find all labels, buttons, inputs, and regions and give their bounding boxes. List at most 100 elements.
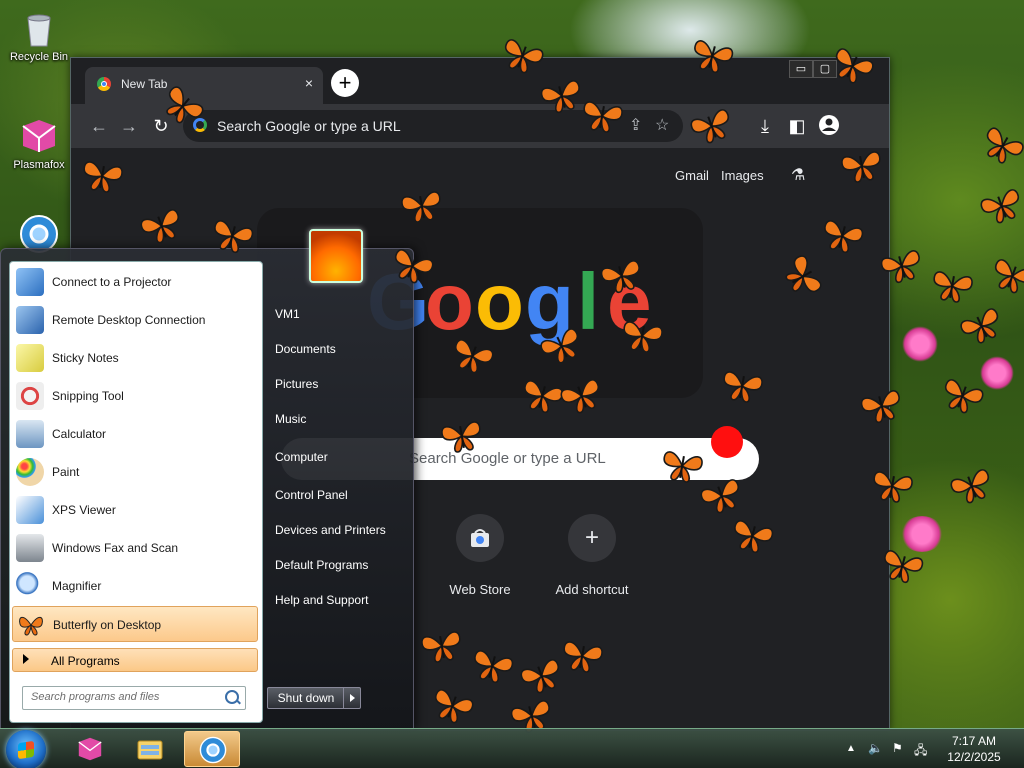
chrome-favicon-icon bbox=[97, 77, 111, 91]
plasmafox-icon bbox=[19, 116, 59, 156]
program-item-paint[interactable]: Paint bbox=[12, 454, 258, 490]
profile-icon[interactable] bbox=[817, 114, 841, 138]
user-picture[interactable] bbox=[309, 229, 363, 283]
program-label: Windows Fax and Scan bbox=[52, 541, 179, 555]
program-label: Paint bbox=[52, 465, 80, 479]
start-link-default-programs[interactable]: Default Programs bbox=[275, 558, 368, 572]
doodle-letter: o bbox=[475, 257, 524, 346]
minimize-button[interactable]: ▭ bbox=[789, 60, 813, 78]
butterfly-icon bbox=[717, 366, 766, 407]
all-programs-button[interactable]: All Programs bbox=[12, 648, 258, 672]
butterfly-icon bbox=[927, 266, 976, 307]
add-icon: + bbox=[568, 514, 616, 562]
download-icon[interactable]: ⤓ bbox=[753, 114, 777, 138]
recycle-bin-icon bbox=[19, 8, 59, 48]
red-dot bbox=[711, 426, 743, 458]
program-label: Sticky Notes bbox=[52, 351, 119, 365]
program-item-remote-desktop[interactable]: Remote Desktop Connection bbox=[12, 302, 258, 338]
labs-flask-icon[interactable]: ⚗ bbox=[791, 165, 805, 185]
bookmark-star-icon[interactable]: ☆ bbox=[655, 115, 669, 135]
start-button[interactable] bbox=[6, 730, 46, 768]
start-link-pictures[interactable]: Pictures bbox=[275, 377, 318, 391]
program-item-fax-scan[interactable]: Windows Fax and Scan bbox=[12, 530, 258, 566]
shortcut-add[interactable]: + Add shortcut bbox=[537, 514, 647, 597]
show-hidden-icon[interactable]: ▲ bbox=[846, 743, 856, 754]
taskbar-file-explorer[interactable] bbox=[122, 731, 178, 767]
taskbar-chromium[interactable] bbox=[184, 731, 240, 767]
program-item-connect-projector[interactable]: Connect to a Projector bbox=[12, 264, 258, 300]
sticky-notes-icon bbox=[16, 344, 44, 372]
taskbar: ▲ 🔈 ⚑ 🖧 7:17 AM 12/2/2025 bbox=[0, 728, 1024, 768]
program-item-xps-viewer[interactable]: XPS Viewer bbox=[12, 492, 258, 528]
all-programs-label: All Programs bbox=[51, 654, 120, 668]
program-item-magnifier[interactable]: Magnifier bbox=[12, 568, 258, 604]
action-center-icon[interactable]: ⚑ bbox=[892, 741, 903, 755]
desktop-icon-label: Recycle Bin bbox=[9, 51, 69, 63]
scissors-icon bbox=[16, 382, 44, 410]
clock-time: 7:17 AM bbox=[951, 734, 997, 748]
side-panel-icon[interactable]: ◧ bbox=[785, 114, 809, 138]
butterfly-icon bbox=[77, 156, 126, 197]
clock[interactable]: 7:17 AM 12/2/2025 bbox=[934, 733, 1014, 765]
chromium-icon bbox=[199, 736, 227, 764]
shortcut-label: Web Store bbox=[449, 582, 511, 597]
paint-palette-icon bbox=[16, 458, 44, 486]
program-label: Remote Desktop Connection bbox=[52, 313, 206, 327]
new-tab-button[interactable]: + bbox=[331, 69, 359, 97]
program-label: Calculator bbox=[52, 427, 107, 441]
start-link-help-support[interactable]: Help and Support bbox=[275, 593, 368, 607]
web-store-icon bbox=[456, 514, 504, 562]
program-label: Connect to a Projector bbox=[52, 275, 172, 289]
shutdown-options-button[interactable] bbox=[343, 687, 361, 709]
start-link-music[interactable]: Music bbox=[275, 412, 306, 426]
file-explorer-icon bbox=[136, 735, 164, 763]
program-label: Snipping Tool bbox=[52, 389, 124, 403]
start-link-user[interactable]: VM1 bbox=[275, 307, 300, 321]
tab-title: New Tab bbox=[121, 77, 168, 91]
desktop-icon-recycle-bin[interactable]: Recycle Bin bbox=[2, 8, 76, 63]
tab-new-tab[interactable]: New Tab × bbox=[85, 67, 323, 104]
tab-close-icon[interactable]: × bbox=[305, 75, 313, 91]
volume-muted-icon[interactable]: 🔈 bbox=[868, 741, 883, 755]
arrow-right-icon bbox=[23, 654, 29, 664]
start-menu-programs-pane: Connect to a Projector Remote Desktop Co… bbox=[9, 261, 263, 723]
butterfly-icon bbox=[17, 611, 45, 639]
pink-flower bbox=[900, 516, 944, 552]
start-search-placeholder: Search programs and files bbox=[31, 691, 160, 703]
windows-logo-icon bbox=[18, 740, 34, 760]
shutdown-button[interactable]: Shut down bbox=[267, 687, 345, 709]
butterfly-icon bbox=[657, 446, 706, 487]
xps-viewer-icon bbox=[16, 496, 44, 524]
start-search-input[interactable]: Search programs and files bbox=[22, 686, 246, 710]
back-arrow-icon[interactable]: ← bbox=[87, 114, 111, 138]
start-link-devices-printers[interactable]: Devices and Printers bbox=[275, 523, 386, 537]
program-item-calculator[interactable]: Calculator bbox=[12, 416, 258, 452]
start-link-documents[interactable]: Documents bbox=[275, 342, 336, 356]
start-link-control-panel[interactable]: Control Panel bbox=[275, 488, 348, 502]
program-item-snipping-tool[interactable]: Snipping Tool bbox=[12, 378, 258, 414]
start-link-computer[interactable]: Computer bbox=[275, 450, 328, 464]
program-label: XPS Viewer bbox=[52, 503, 116, 517]
pink-flower bbox=[902, 326, 938, 362]
program-item-butterfly[interactable]: Butterfly on Desktop bbox=[12, 606, 258, 642]
shortcut-web-store[interactable]: Web Store bbox=[425, 514, 535, 597]
desktop-icon-label: Plasmafox bbox=[13, 159, 65, 171]
images-link[interactable]: Images bbox=[721, 168, 764, 183]
clock-date: 12/2/2025 bbox=[947, 750, 1001, 764]
plasmafox-icon bbox=[76, 735, 104, 763]
search-icon[interactable] bbox=[225, 690, 239, 704]
share-icon[interactable]: ⇪ bbox=[629, 115, 642, 135]
gmail-link[interactable]: Gmail bbox=[675, 168, 709, 183]
network-icon[interactable]: 🖧 bbox=[914, 741, 927, 762]
butterfly-icon bbox=[617, 316, 666, 357]
taskbar-plasmafox[interactable] bbox=[62, 731, 118, 767]
desktop-icon-plasmafox[interactable]: Plasmafox bbox=[2, 116, 76, 171]
butterfly-icon bbox=[867, 466, 916, 507]
forward-arrow-icon[interactable]: → bbox=[117, 114, 141, 138]
magnifier-icon bbox=[16, 572, 44, 600]
start-menu: Connect to a Projector Remote Desktop Co… bbox=[0, 229, 414, 730]
program-item-sticky-notes[interactable]: Sticky Notes bbox=[12, 340, 258, 376]
remote-desktop-icon bbox=[16, 306, 44, 334]
program-label: Magnifier bbox=[52, 579, 102, 593]
projector-icon bbox=[16, 268, 44, 296]
